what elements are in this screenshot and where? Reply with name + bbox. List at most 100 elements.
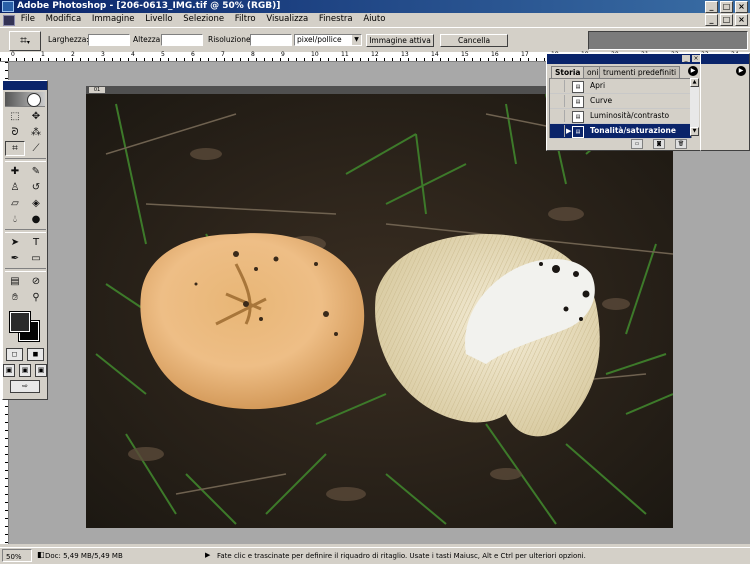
menu-livello[interactable]: Livello [145, 14, 172, 24]
document-origin-icon[interactable]: 01 [89, 87, 105, 93]
lasso-icon[interactable]: ᘐ [5, 125, 25, 140]
ruler-number: 3 [101, 51, 105, 58]
history-state-icon: ▤ [572, 126, 584, 138]
scroll-down-icon[interactable]: ▼ [690, 127, 699, 136]
document-menu-icon[interactable] [3, 15, 15, 26]
healing-brush-icon[interactable]: ✚ [5, 164, 25, 179]
magic-wand-icon[interactable]: ⁂ [26, 125, 46, 140]
marquee-icon[interactable]: ⬚ [5, 109, 25, 124]
palette-well[interactable] [588, 31, 748, 50]
menu-aiuto[interactable]: Aiuto [363, 14, 385, 24]
crop-icon[interactable]: ⌗ [5, 141, 25, 156]
chevron-down-icon: ▾ [26, 39, 30, 46]
risoluzione-field[interactable] [250, 34, 292, 46]
color-swatches [7, 309, 43, 345]
menu-filtro[interactable]: Filtro [235, 14, 256, 24]
minimize-button[interactable]: _ [705, 1, 718, 13]
document-size[interactable]: Doc: 5,49 MB/5,49 MB [42, 549, 198, 562]
foreground-color-swatch[interactable] [9, 311, 31, 333]
tab-storia[interactable]: Storia [551, 66, 585, 78]
crop-preset-button[interactable]: ⌗▾ [9, 31, 41, 51]
type-icon[interactable]: T [26, 235, 46, 250]
slice-icon[interactable]: ⟋ [26, 141, 46, 156]
history-brush-source-box[interactable] [551, 110, 565, 122]
history-brush-source-box[interactable] [551, 95, 565, 107]
clone-stamp-icon[interactable]: ♙ [5, 180, 25, 195]
eyedropper-icon[interactable]: ⊘ [26, 274, 46, 289]
history-brush-source-box[interactable] [551, 125, 565, 137]
ruler-number: 9 [281, 51, 285, 58]
doc-restore-button[interactable]: □ [720, 14, 733, 26]
zoom-level[interactable]: 50% [2, 549, 32, 562]
adobe-online-logo[interactable] [5, 92, 45, 107]
menu-finestra[interactable]: Finestra [319, 14, 353, 24]
history-brush-icon[interactable]: ↺ [26, 180, 46, 195]
menu-selezione[interactable]: Selezione [183, 14, 224, 24]
history-item-tonalita-saturazione[interactable]: ▶ ▤ Tonalità/saturazione [550, 124, 691, 139]
larghezza-field[interactable] [88, 34, 130, 46]
ruler-number: 1 [41, 51, 45, 58]
menu-modifica[interactable]: Modifica [46, 14, 82, 24]
resolution-unit-select[interactable]: pixel/pollice ▼ [294, 34, 362, 46]
pen-icon[interactable]: ✒ [5, 251, 25, 266]
ruler-number: 13 [401, 51, 409, 58]
status-hint: Fate clic e trascinate per definire il r… [217, 552, 586, 560]
eraser-icon[interactable]: ▱ [5, 196, 25, 211]
resolution-unit-value: pixel/pollice [297, 35, 342, 44]
quick-mask-icon[interactable]: ◼ [27, 348, 44, 361]
tool-separator [5, 229, 46, 233]
history-list: ▤ Apri ▤ Curve ▤ Luminosità/contrasto ▶ … [549, 78, 692, 139]
history-scrollbar[interactable]: ▲ ▼ [690, 78, 699, 136]
jump-to-imageready-icon[interactable]: ⇨ [10, 380, 40, 393]
history-item-label: Luminosità/contrasto [590, 111, 670, 120]
screen-mode-full-icon[interactable]: ▣ [35, 364, 47, 377]
palette-close-button[interactable]: × [692, 55, 700, 62]
ruler-number: 2 [71, 51, 75, 58]
menu-immagine[interactable]: Immagine [92, 14, 135, 24]
shape-icon[interactable]: ▭ [26, 251, 46, 266]
hand-icon[interactable]: ✋︎ [5, 290, 25, 305]
close-button[interactable]: × [735, 1, 748, 13]
secondary-palette-menu-button[interactable]: ▶ [736, 66, 746, 76]
mushroom-photo[interactable] [86, 94, 673, 528]
new-document-from-state-icon[interactable]: ▭ [631, 139, 643, 149]
eye-icon [27, 93, 41, 107]
move-icon[interactable]: ✥ [26, 109, 46, 124]
maximize-button[interactable]: □ [720, 1, 733, 13]
history-item-luminosita-contrasto[interactable]: ▤ Luminosità/contrasto [550, 109, 691, 124]
cancella-button[interactable]: Cancella [440, 34, 508, 47]
history-palette-title-bar[interactable]: _ × [547, 54, 701, 64]
palette-menu-button[interactable]: ▶ [688, 66, 698, 76]
ruler-number: 17 [521, 51, 529, 58]
menu-file[interactable]: File [21, 14, 35, 24]
tab-strumenti-predefiniti[interactable]: trumenti predefiniti [599, 66, 681, 78]
history-item-apri[interactable]: ▤ Apri [550, 79, 691, 94]
history-palette: _ × Storia oni trumenti predefiniti ▶ ▤ … [546, 53, 702, 151]
new-snapshot-icon[interactable]: ◙ [653, 139, 665, 149]
brush-icon[interactable]: ✎ [26, 164, 46, 179]
dodge-icon[interactable]: ● [26, 212, 46, 227]
immagine-attiva-button[interactable]: Immagine attiva [366, 34, 434, 47]
doc-minimize-button[interactable]: _ [705, 14, 718, 26]
altezza-field[interactable] [161, 34, 203, 46]
document-window[interactable]: 01 [86, 86, 673, 528]
path-selection-icon[interactable]: ➤ [5, 235, 25, 250]
doc-close-button[interactable]: × [735, 14, 748, 26]
history-item-curve[interactable]: ▤ Curve [550, 94, 691, 109]
status-bar: 50% Doc: 5,49 MB/5,49 MB ◧ ▶ Fate clic e… [0, 547, 750, 564]
blur-icon[interactable]: 💧︎ [5, 212, 25, 227]
trash-icon[interactable]: 🗑︎ [675, 139, 687, 149]
status-arrow-icon[interactable]: ▶ [205, 548, 210, 562]
toolbox-title-bar[interactable] [3, 81, 47, 90]
secondary-palette-title-bar[interactable] [701, 54, 749, 64]
standard-mode-icon[interactable]: ◻ [6, 348, 23, 361]
history-brush-source-box[interactable] [551, 80, 565, 92]
notes-icon[interactable]: ▤ [5, 274, 25, 289]
zoom-icon[interactable]: ⚲ [26, 290, 46, 305]
scroll-up-icon[interactable]: ▲ [690, 78, 699, 87]
paint-bucket-icon[interactable]: ◈ [26, 196, 46, 211]
menu-visualizza[interactable]: Visualizza [266, 14, 308, 24]
screen-mode-standard-icon[interactable]: ▣ [3, 364, 15, 377]
palette-minimize-button[interactable]: _ [682, 55, 690, 62]
screen-mode-full-menu-icon[interactable]: ▣ [19, 364, 31, 377]
